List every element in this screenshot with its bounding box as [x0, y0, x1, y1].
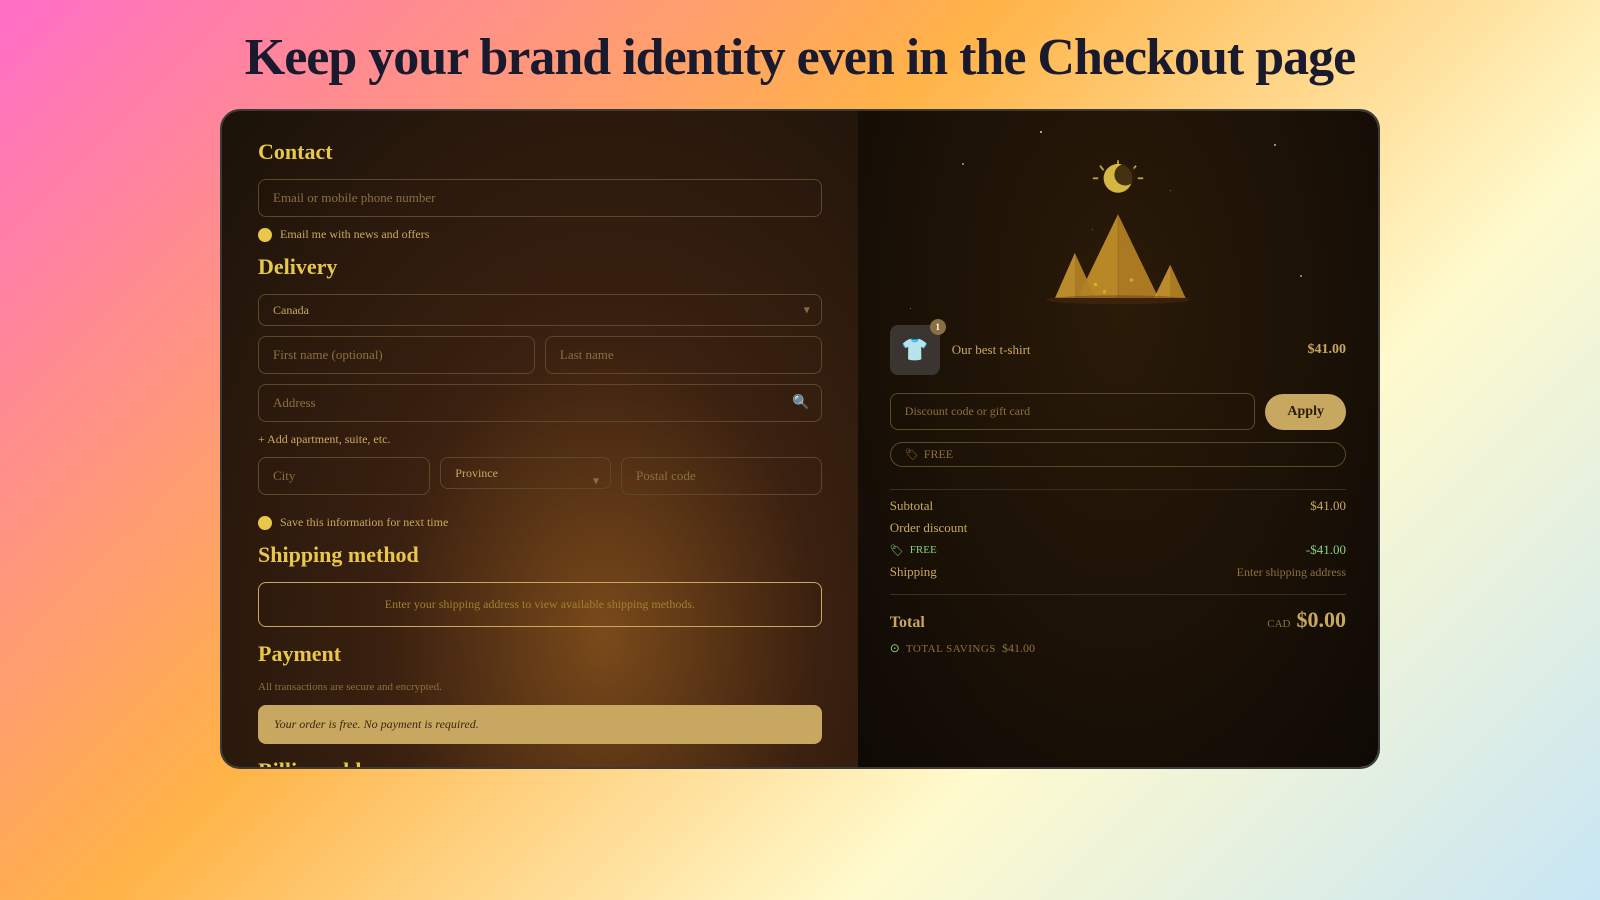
- shipping-label: Shipping: [890, 564, 937, 580]
- free-tag-icon: 🏷: [890, 544, 904, 557]
- save-info-radio[interactable]: [258, 516, 272, 530]
- pyramid-illustration: 🛒: [890, 135, 1346, 315]
- divider-1: [890, 489, 1346, 490]
- add-apartment-link[interactable]: + Add apartment, suite, etc.: [258, 432, 822, 447]
- total-right: CAD $0.00: [1267, 607, 1346, 633]
- country-select-wrapper: Canada United States ▾: [258, 294, 822, 326]
- email-newsletter-row: Email me with news and offers: [258, 227, 822, 242]
- total-currency: CAD: [1267, 618, 1290, 630]
- shipping-value: Enter shipping address: [1237, 565, 1346, 580]
- shipping-method-box: Enter your shipping address to view avai…: [258, 582, 822, 627]
- savings-amount: $41.00: [1002, 641, 1035, 656]
- product-badge: 1: [930, 319, 946, 335]
- email-newsletter-label: Email me with news and offers: [280, 227, 429, 242]
- contact-title: Contact: [258, 139, 822, 165]
- name-row: [258, 336, 822, 374]
- discount-row: Apply: [890, 393, 1346, 430]
- apply-button[interactable]: Apply: [1265, 394, 1346, 430]
- left-panel: Contact Email me with news and offers De…: [222, 111, 858, 767]
- total-amount: $0.00: [1296, 607, 1346, 633]
- total-row: Total CAD $0.00: [890, 607, 1346, 633]
- product-thumbnail: 👕 1: [890, 325, 940, 375]
- country-select[interactable]: Canada United States: [258, 294, 822, 326]
- province-select-wrapper: Province Ontario Quebec British Columbia…: [440, 457, 611, 505]
- address-wrapper: 🔍: [258, 384, 822, 422]
- page-headline: Keep your brand identity even in the Che…: [245, 28, 1355, 87]
- free-order-box: Your order is free. No payment is requir…: [258, 705, 822, 744]
- email-input[interactable]: [258, 179, 822, 217]
- savings-label: TOTAL SAVINGS: [906, 643, 996, 655]
- discount-input[interactable]: [890, 393, 1256, 430]
- product-price: $41.00: [1307, 342, 1346, 358]
- postal-input[interactable]: [621, 457, 822, 495]
- city-province-row: Province Ontario Quebec British Columbia…: [258, 457, 822, 505]
- tshirt-icon: 👕: [901, 337, 928, 363]
- city-input[interactable]: [258, 457, 430, 495]
- delivery-title: Delivery: [258, 254, 822, 280]
- subtotal-label: Subtotal: [890, 498, 933, 514]
- savings-icon: ⊙: [890, 641, 900, 656]
- tag-icon: 🏷: [905, 448, 919, 461]
- shipping-method-text: Enter your shipping address to view avai…: [273, 597, 807, 612]
- subtotal-row: Subtotal $41.00: [890, 498, 1346, 514]
- email-newsletter-radio[interactable]: [258, 228, 272, 242]
- subtotal-value: $41.00: [1310, 498, 1346, 514]
- checkout-card: Contact Email me with news and offers De…: [220, 109, 1380, 769]
- address-input[interactable]: [258, 384, 822, 422]
- discount-header-row: Order discount: [890, 520, 1346, 536]
- right-panel: 🛒: [858, 111, 1378, 767]
- discount-detail-row: 🏷 FREE -$41.00: [890, 542, 1346, 558]
- discount-label: Order discount: [890, 520, 968, 536]
- province-select[interactable]: Province Ontario Quebec British Columbia: [440, 457, 611, 489]
- billing-title: Billing address: [258, 758, 822, 767]
- free-order-text: Your order is free. No payment is requir…: [274, 717, 806, 732]
- last-name-input[interactable]: [545, 336, 822, 374]
- discount-amount: -$41.00: [1306, 542, 1346, 558]
- discount-free-tag: FREE: [910, 544, 937, 556]
- savings-row: ⊙ TOTAL SAVINGS $41.00: [890, 641, 1346, 656]
- free-badge-label: FREE: [924, 447, 953, 462]
- product-row: 👕 1 Our best t-shirt $41.00: [890, 325, 1346, 375]
- save-info-label: Save this information for next time: [280, 515, 448, 530]
- total-label: Total: [890, 614, 925, 632]
- product-name: Our best t-shirt: [952, 342, 1296, 358]
- first-name-input[interactable]: [258, 336, 535, 374]
- free-badge: 🏷 FREE: [890, 442, 1346, 467]
- shipping-method-title: Shipping method: [258, 542, 822, 568]
- divider-2: [890, 594, 1346, 595]
- shipping-row: Shipping Enter shipping address: [890, 564, 1346, 580]
- save-info-row: Save this information for next time: [258, 515, 822, 530]
- search-icon: 🔍: [792, 395, 809, 412]
- payment-title: Payment: [258, 641, 822, 667]
- payment-subtitle: All transactions are secure and encrypte…: [258, 681, 822, 693]
